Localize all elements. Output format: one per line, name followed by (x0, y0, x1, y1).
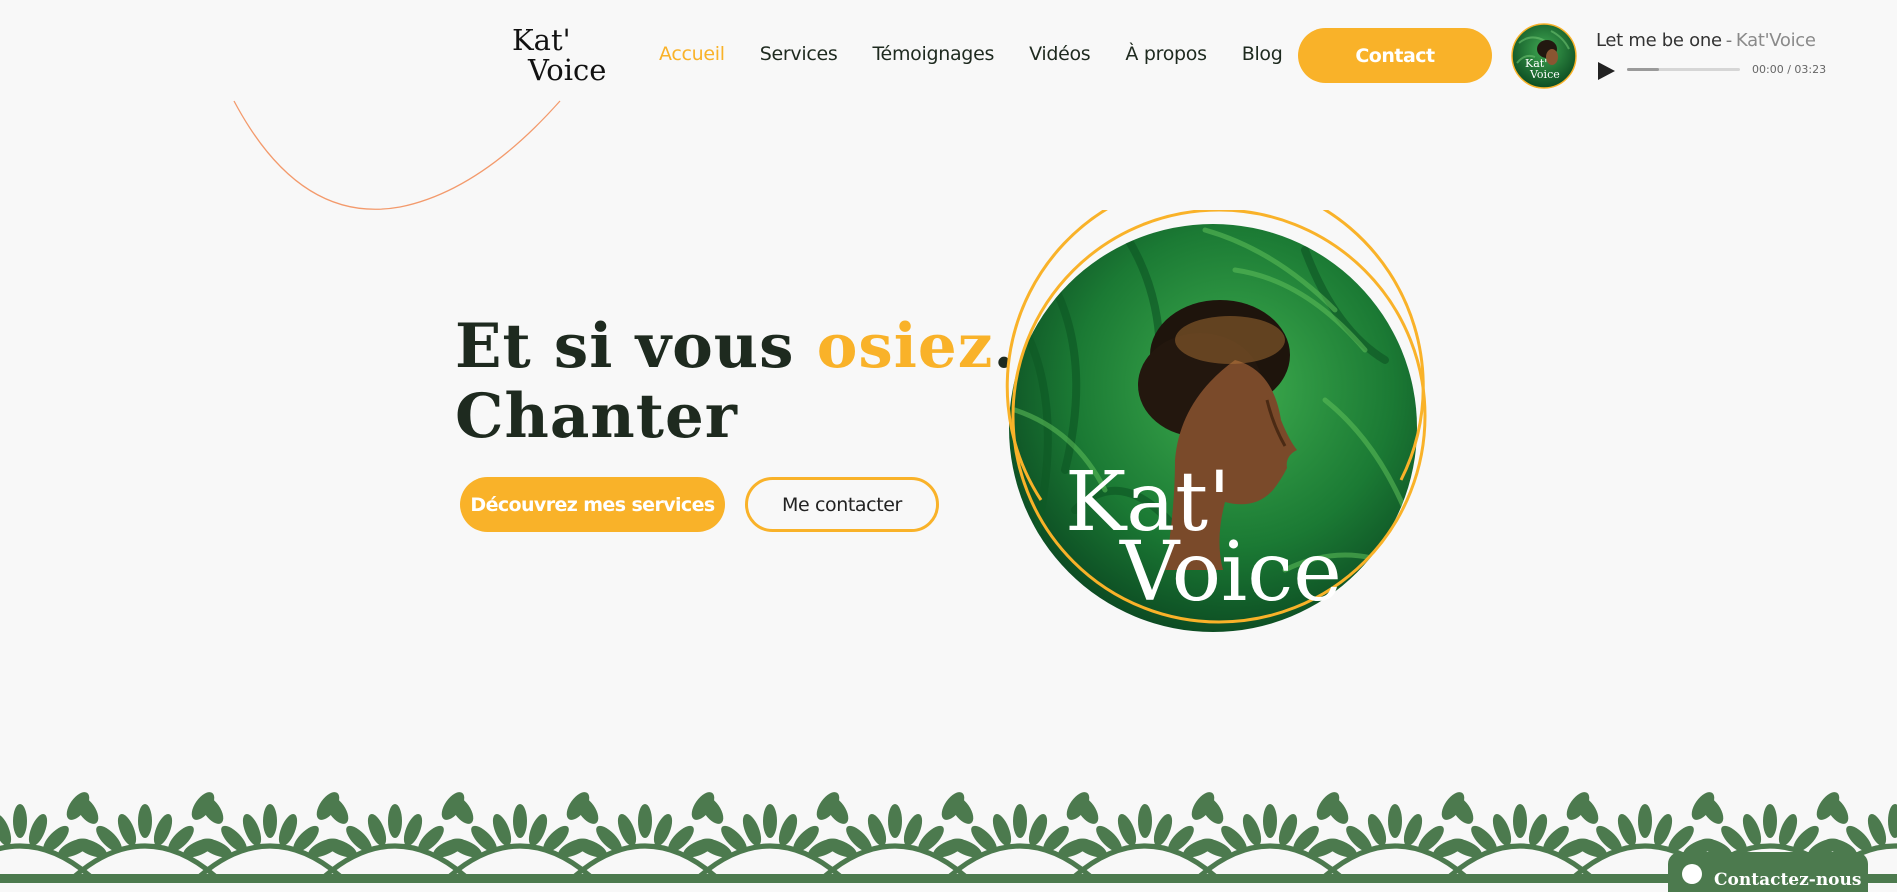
nav-item-services[interactable]: Services (760, 43, 838, 65)
track-progress-bar[interactable] (1627, 68, 1740, 71)
decorative-arc (233, 100, 561, 210)
track-artist: Kat'Voice (1735, 30, 1816, 51)
svg-text:Voice: Voice (527, 53, 606, 84)
nav-item-temoignages[interactable]: Témoignages (872, 43, 994, 65)
chat-label: Contactez-nous (1714, 870, 1862, 890)
nav-item-blog[interactable]: Blog (1242, 43, 1283, 65)
nav-item-accueil[interactable]: Accueil (659, 43, 725, 65)
hero-title-accent: osiez (816, 311, 994, 382)
discover-services-button[interactable]: Découvrez mes services (460, 477, 725, 532)
nav-item-a-propos[interactable]: À propos (1125, 43, 1207, 65)
main-nav: Accueil Services Témoignages Vidéos À pr… (659, 43, 1283, 65)
svg-text:Voice: Voice (1529, 68, 1560, 81)
hero-title-part1: Et si vous (455, 311, 817, 382)
contact-me-button[interactable]: Me contacter (745, 477, 939, 532)
track-separator: - (1725, 30, 1733, 51)
hero-title-line2: Chanter (455, 381, 738, 452)
track-time: 00:00 / 03:23 (1752, 63, 1827, 76)
chat-widget-button[interactable]: Contactez-nous (1668, 852, 1868, 892)
foliage-border (0, 792, 1897, 883)
hero-portrait-image: Kat' Voice (1005, 210, 1427, 632)
svg-text:Kat': Kat' (512, 23, 571, 57)
play-icon[interactable] (1596, 61, 1616, 81)
nav-item-videos[interactable]: Vidéos (1029, 43, 1091, 65)
katvoice-logo[interactable]: Kat' Voice (510, 22, 620, 84)
chat-icon (1682, 864, 1702, 884)
track-title: Let me be one (1596, 30, 1722, 51)
track-info: Let me be one - Kat'Voice (1596, 30, 1816, 51)
contact-button[interactable]: Contact (1298, 28, 1492, 83)
track-thumbnail: Kat' Voice (1511, 23, 1577, 89)
track-buffered-fill (1627, 68, 1659, 71)
hero-title: Et si vous osiez...Chanter (455, 312, 1060, 452)
svg-text:Voice: Voice (1119, 525, 1342, 620)
